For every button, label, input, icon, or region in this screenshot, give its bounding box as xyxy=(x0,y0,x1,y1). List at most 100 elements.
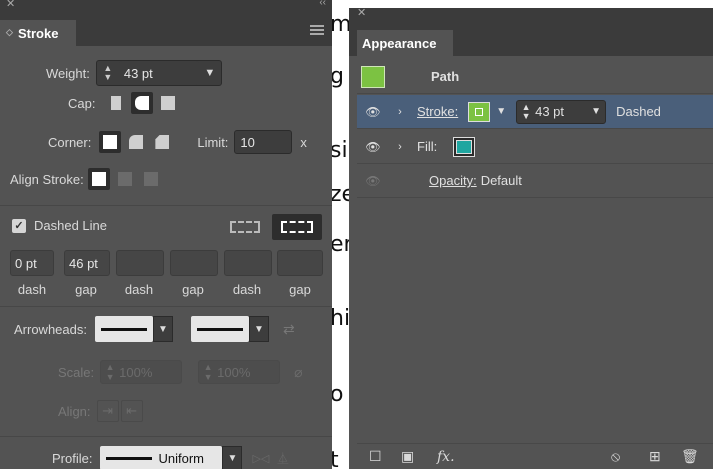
round-join-icon xyxy=(129,135,144,149)
weight-stepper[interactable]: ▲ ▼ xyxy=(97,61,119,85)
miter-join-button[interactable] xyxy=(99,131,122,153)
close-icon[interactable]: ✕ xyxy=(6,0,15,10)
tab-appearance-label: Appearance xyxy=(362,36,437,51)
round-join-button[interactable] xyxy=(125,131,147,153)
stroke-panel: ✕ ‹‹ ◇ Stroke Weight: ▲ ▼ 43 pt ▼ Cap: Co… xyxy=(0,0,332,469)
scale-end-input[interactable]: 100% xyxy=(217,365,279,380)
gap-3-input[interactable] xyxy=(277,250,323,276)
panel-menu-icon[interactable] xyxy=(310,25,324,35)
corner-label: Corner: xyxy=(48,134,92,150)
opacity-value: Default xyxy=(480,173,522,188)
arrowhead-start-select[interactable] xyxy=(94,316,153,342)
gap-2-input[interactable] xyxy=(170,250,218,276)
gap-1-input[interactable]: 46 pt xyxy=(64,250,110,276)
weight-input[interactable]: 43 pt xyxy=(118,61,199,85)
arrowheads-label: Arrowheads: xyxy=(14,321,87,337)
dash-1-input[interactable]: 0 pt xyxy=(10,250,54,276)
dashed-line-checkbox[interactable]: ✓ xyxy=(12,218,26,233)
limit-input[interactable]: 10 xyxy=(234,130,293,154)
dash-2-input[interactable] xyxy=(116,250,164,276)
collapse-icon[interactable]: ‹‹ xyxy=(319,0,326,8)
eye-icon[interactable]: 👁 xyxy=(357,140,389,154)
fx-button[interactable]: fx. xyxy=(437,449,455,465)
stroke-tab-bar: ◇ Stroke xyxy=(0,10,332,46)
preserve-dash-icon xyxy=(230,221,260,233)
chevron-right-icon[interactable]: › xyxy=(389,141,411,153)
stroke-weight-input[interactable]: 43 pt xyxy=(535,104,587,119)
eye-icon[interactable]: 👁 xyxy=(357,105,389,119)
dash-3-label: dash xyxy=(232,282,262,297)
align-dash-corners-icon xyxy=(281,221,313,233)
profile-value: Uniform xyxy=(158,450,204,466)
duplicate-item-icon[interactable]: ⊞ xyxy=(649,448,661,465)
chevron-down-icon[interactable]: ▼ xyxy=(496,106,506,117)
flip-along-icon[interactable]: ▷◁ xyxy=(252,452,269,465)
add-new-fill-icon[interactable]: ▣ xyxy=(401,448,414,465)
align-outside-button[interactable] xyxy=(140,168,162,190)
stroke-label[interactable]: Stroke: xyxy=(417,104,458,119)
path-row[interactable]: Path xyxy=(357,60,713,94)
chevron-right-icon[interactable]: › xyxy=(389,106,411,118)
appearance-panel: ✕ Appearance Path 👁 › Stroke: ▼ ▲ ▼ 43 pt… xyxy=(349,6,713,469)
projecting-cap-button[interactable] xyxy=(157,92,179,114)
opacity-label[interactable]: Opacity: xyxy=(429,173,477,188)
align-inside-icon xyxy=(117,172,132,186)
arrow-extend-icon: ⇥ xyxy=(102,403,113,418)
tab-stroke-label: Stroke xyxy=(18,26,59,41)
chevron-down-icon[interactable]: ▼ xyxy=(222,446,243,469)
butt-cap-icon xyxy=(111,96,122,110)
limit-unit: x xyxy=(300,134,307,150)
profile-select[interactable]: Uniform xyxy=(100,446,223,469)
profile-label: Profile: xyxy=(52,450,93,466)
fill-label: Fill: xyxy=(417,139,438,154)
appearance-toolbar: ☐ ▣ fx. ⦸ ⊞ 🗑 xyxy=(357,443,713,469)
align-stroke-label: Align Stroke: xyxy=(10,171,84,187)
close-icon[interactable]: ✕ xyxy=(357,6,366,19)
bevel-join-icon xyxy=(155,135,170,149)
align-dash-corners-button[interactable] xyxy=(272,214,322,240)
chevron-down-icon[interactable]: ▼ xyxy=(152,316,173,342)
tab-stroke[interactable]: ◇ Stroke xyxy=(0,20,76,46)
tab-appearance[interactable]: Appearance xyxy=(357,30,453,56)
fill-row[interactable]: 👁 › Fill: xyxy=(357,130,713,164)
stroke-swatch-inner xyxy=(475,107,484,116)
arrowhead-end-select[interactable] xyxy=(190,316,249,342)
chevron-down-icon[interactable]: ▼ xyxy=(587,106,605,117)
weight-label: Weight: xyxy=(46,65,90,81)
dash-2-label: dash xyxy=(124,282,154,297)
projecting-cap-icon xyxy=(161,96,176,110)
scale-start-input[interactable]: 100% xyxy=(119,365,181,380)
stroke-row[interactable]: 👁 › Stroke: ▼ ▲ ▼ 43 pt ▼ Dashed xyxy=(357,95,713,129)
trash-icon[interactable]: 🗑 xyxy=(681,448,699,465)
align-center-button[interactable] xyxy=(87,168,110,190)
limit-label: Limit: xyxy=(197,134,229,150)
opacity-row[interactable]: 👁 Opacity: Default xyxy=(357,164,713,198)
scale-end-stepper[interactable]: ▲ ▼ xyxy=(199,362,217,382)
stroke-style-label: Dashed xyxy=(616,104,661,119)
align-inside-button[interactable] xyxy=(114,168,136,190)
stroke-weight-stepper[interactable]: ▲ ▼ xyxy=(517,102,535,121)
arrow-extend-button[interactable]: ⇥ xyxy=(96,400,119,422)
stroke-swatch[interactable] xyxy=(468,101,491,122)
eye-icon[interactable]: 👁 xyxy=(357,174,389,188)
bevel-join-button[interactable] xyxy=(151,131,173,153)
chevron-down-icon[interactable]: ▼ xyxy=(248,316,269,342)
arrow-place-button[interactable]: ⇤ xyxy=(120,400,143,422)
fill-swatch-inner xyxy=(456,139,473,154)
swap-arrowheads-icon[interactable]: ⇄ xyxy=(283,321,295,338)
add-new-stroke-icon[interactable]: ☐ xyxy=(369,448,382,465)
profile-preview xyxy=(106,456,153,460)
grip-icon[interactable]: ◇ xyxy=(6,27,13,38)
round-cap-button[interactable] xyxy=(131,92,154,114)
clear-appearance-icon[interactable]: ⦸ xyxy=(611,448,620,465)
fill-swatch[interactable] xyxy=(453,136,476,157)
dash-3-input[interactable] xyxy=(224,250,272,276)
align-arrow-label: Align: xyxy=(58,403,91,419)
link-scale-icon[interactable]: ⌀ xyxy=(294,364,302,381)
doc-text-6: hi xyxy=(330,306,351,331)
butt-cap-button[interactable] xyxy=(105,92,127,114)
chevron-down-icon[interactable]: ▼ xyxy=(199,61,221,85)
flip-across-icon[interactable]: ⏅ xyxy=(277,450,288,466)
scale-start-stepper[interactable]: ▲ ▼ xyxy=(101,362,119,382)
preserve-dash-button[interactable] xyxy=(222,214,268,240)
